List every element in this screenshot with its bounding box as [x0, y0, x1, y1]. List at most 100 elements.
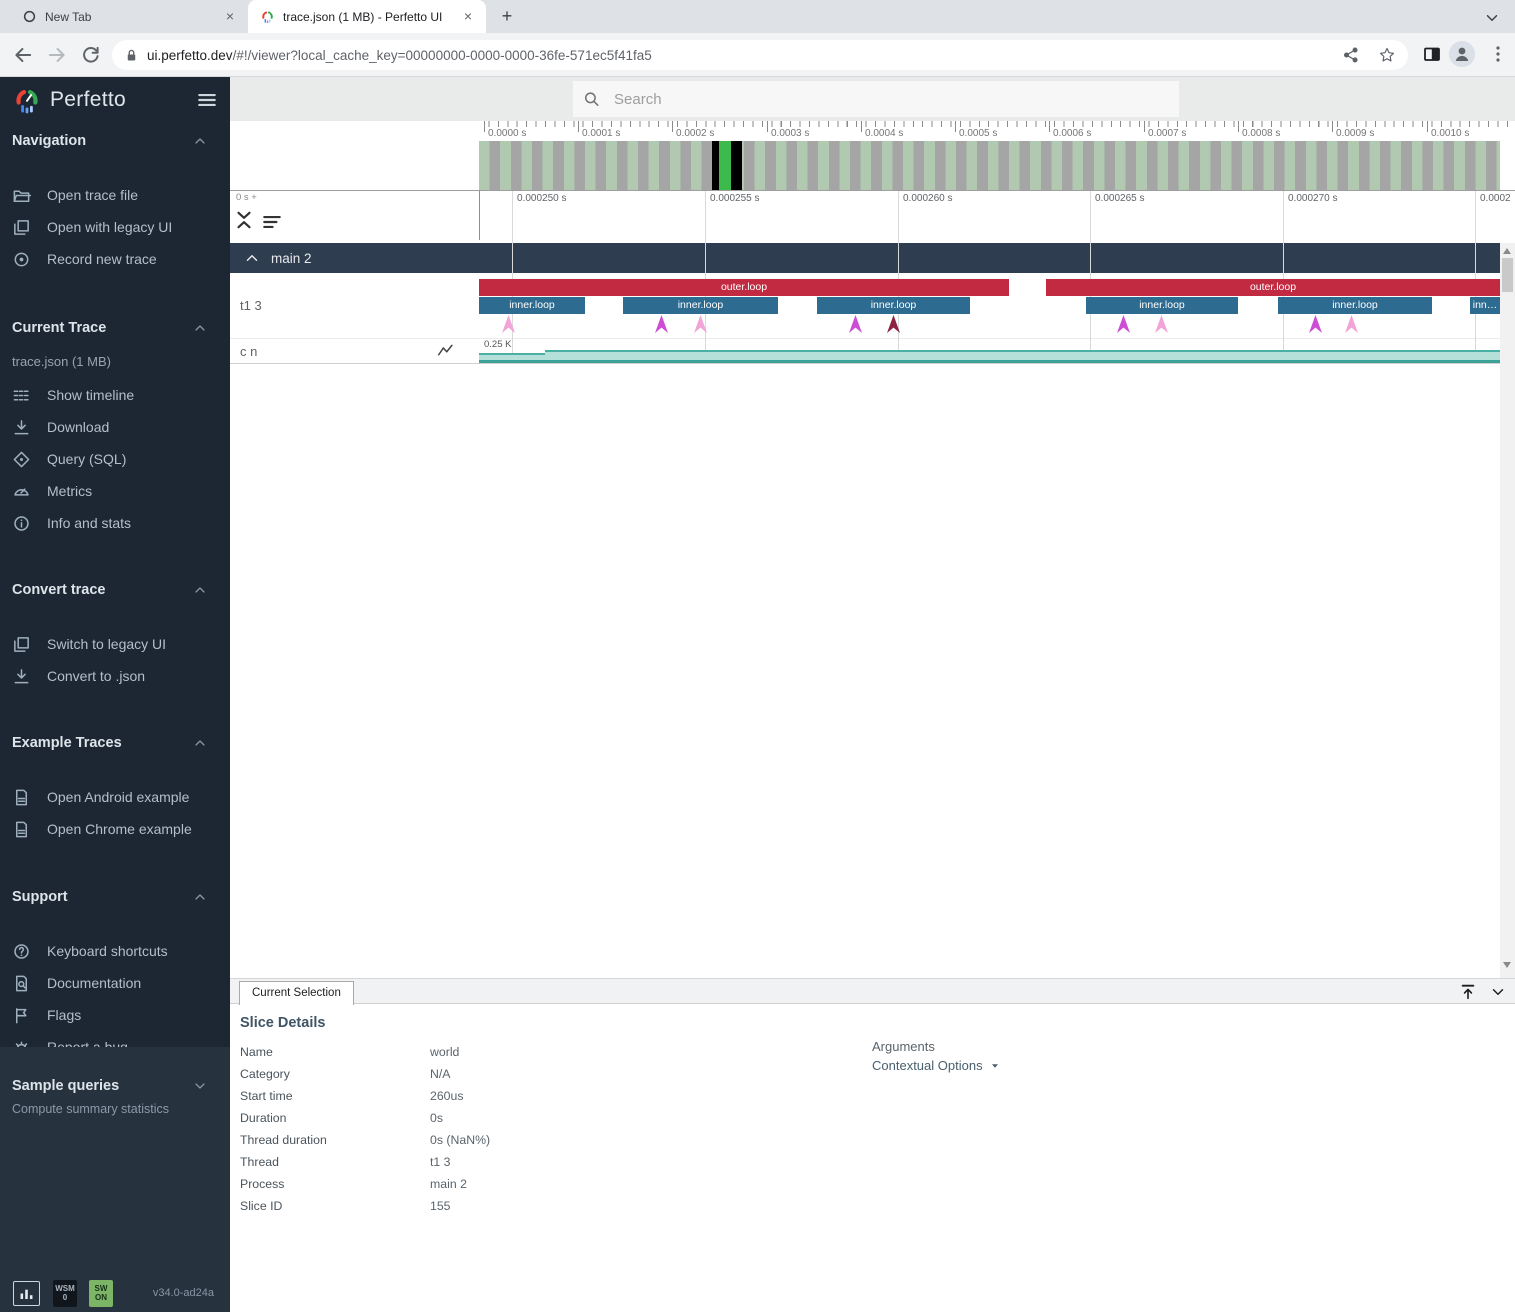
sample-queries-section: Sample queries Compute summary statistic… — [0, 1047, 230, 1312]
collapse-tracks-icon[interactable] — [233, 209, 255, 231]
refresh-icon[interactable] — [80, 44, 102, 66]
scrollbar-down-icon[interactable] — [1503, 962, 1511, 968]
slice-inner-loop[interactable]: inner.loop — [1086, 297, 1238, 314]
sidebar-item-documentation[interactable]: Documentation — [0, 967, 230, 999]
section-header-convert-trace[interactable]: Convert trace — [12, 580, 218, 600]
chevron-up-icon — [192, 582, 208, 598]
share-icon[interactable] — [1342, 46, 1360, 64]
counter-value-label: 0.25 K — [484, 339, 511, 350]
sidebar-item-report-a-bug[interactable]: Report a bug — [0, 1031, 230, 1047]
tab-list-chevron-icon[interactable] — [1483, 9, 1501, 27]
axis-major-tick — [672, 121, 673, 132]
doc-icon — [12, 788, 31, 807]
url-path: /#!/viewer?local_cache_key=00000000-0000… — [233, 48, 652, 63]
star-icon[interactable] — [1378, 46, 1396, 64]
sidebar-item-download[interactable]: Download — [0, 411, 230, 443]
sidebar-item-open-trace-file[interactable]: Open trace file — [0, 179, 230, 211]
chevron-up-icon — [192, 133, 208, 149]
sidebar-item-open-android-example[interactable]: Open Android example — [0, 781, 230, 813]
help-icon — [12, 942, 31, 961]
slice-inner-loop[interactable]: inner.loop — [1278, 297, 1432, 314]
slice-outer-loop[interactable]: outer.loop — [1046, 279, 1500, 296]
scrollbar-thumb[interactable] — [1502, 258, 1513, 292]
search-input[interactable] — [614, 91, 1169, 108]
instant-marker-pink[interactable] — [1155, 315, 1168, 333]
sidebar-item-metrics[interactable]: Metrics — [0, 475, 230, 507]
search-box[interactable] — [573, 81, 1179, 117]
detail-row-process: Processmain 2 — [240, 1173, 840, 1195]
detail-value: main 2 — [430, 1177, 467, 1191]
detail-label: Duration — [240, 1111, 430, 1125]
sidebar-item-flags[interactable]: Flags — [0, 999, 230, 1031]
time-gridline — [898, 191, 899, 363]
timeline-scrollbar[interactable] — [1500, 243, 1515, 978]
legacy-ui-icon — [12, 635, 31, 654]
forward-icon[interactable] — [46, 44, 68, 66]
address-bar[interactable]: ui.perfetto.dev/#!/viewer?local_cache_ke… — [112, 40, 1408, 70]
slice-outer-loop[interactable]: outer.loop — [479, 279, 1009, 296]
section-header-current-trace[interactable]: Current Trace — [12, 318, 218, 338]
track-sort-icon[interactable] — [261, 211, 283, 233]
lock-icon — [124, 48, 139, 63]
section-header-support[interactable]: Support — [12, 887, 218, 907]
sidebar-item-open-chrome-example[interactable]: Open Chrome example — [0, 813, 230, 845]
side-panel-icon[interactable] — [1422, 44, 1442, 64]
sidebar-item-info-and-stats[interactable]: Info and stats — [0, 507, 230, 539]
sidebar-item-switch-to-legacy-ui[interactable]: Switch to legacy UI — [0, 628, 230, 660]
sidebar-item-convert-to-json[interactable]: Convert to .json — [0, 660, 230, 692]
instant-marker-magenta[interactable] — [849, 315, 862, 333]
instant-marker-magenta[interactable] — [1309, 315, 1322, 333]
browser-tab-perfetto[interactable]: trace.json (1 MB) - Perfetto UI × — [248, 0, 486, 33]
time-gridline — [1090, 191, 1091, 363]
sidebar-item-label: Download — [47, 419, 109, 435]
dock-to-top-icon[interactable] — [1459, 983, 1477, 1001]
detail-value: 260us — [430, 1089, 464, 1103]
overview-minimap[interactable] — [479, 141, 1500, 190]
chevron-up-icon[interactable] — [243, 249, 261, 267]
section-header-example-traces[interactable]: Example Traces — [12, 733, 218, 753]
sidebar-item-query-sql-[interactable]: Query (SQL) — [0, 443, 230, 475]
hamburger-icon[interactable] — [196, 89, 218, 111]
new-tab-button[interactable]: + — [494, 4, 520, 30]
back-icon[interactable] — [12, 44, 34, 66]
instant-marker-pink[interactable] — [502, 315, 515, 333]
timeline-rows-icon — [12, 386, 31, 405]
bar-chart-icon[interactable] — [13, 1281, 40, 1306]
avatar[interactable] — [1449, 41, 1475, 67]
tab-close-icon[interactable]: × — [222, 9, 238, 25]
tab-close-icon[interactable]: × — [460, 9, 476, 25]
perfetto-logo-icon — [12, 85, 42, 115]
scrollbar-up-icon[interactable] — [1503, 248, 1511, 254]
menu-kebab-icon[interactable] — [1488, 43, 1508, 65]
contextual-options-dropdown[interactable]: Contextual Options — [872, 1058, 1001, 1073]
sidebar-item-record-new-trace[interactable]: Record new trace — [0, 243, 230, 275]
badge-top: SW — [95, 1284, 108, 1293]
track-name-thread[interactable]: t1 3 — [240, 298, 262, 313]
contextual-options-label: Contextual Options — [872, 1058, 983, 1073]
collapse-panel-chevron-icon[interactable] — [1489, 983, 1507, 1001]
sidebar-item-open-with-legacy-ui[interactable]: Open with legacy UI — [0, 211, 230, 243]
version-label: v34.0-ad24a — [153, 1287, 214, 1299]
slice-inner-loop[interactable]: inner.loop — [479, 297, 585, 314]
section-title: Support — [12, 889, 68, 905]
axis-major-tick — [1238, 121, 1239, 132]
slice-inner-loop[interactable]: inner.loop — [623, 297, 778, 314]
sidebar-item-show-timeline[interactable]: Show timeline — [0, 379, 230, 411]
instant-marker-magenta[interactable] — [655, 315, 668, 333]
browser-tab-newtab[interactable]: New Tab × — [10, 0, 248, 33]
slice-inner-loop[interactable]: inner.loop — [817, 297, 970, 314]
tab-current-selection[interactable]: Current Selection — [239, 981, 354, 1005]
section-header-navigation[interactable]: Navigation — [12, 131, 218, 151]
track-name-counter[interactable]: c n — [240, 344, 257, 359]
show-chart-icon[interactable] — [435, 342, 456, 359]
process-group-header[interactable]: main 2 — [230, 243, 1500, 273]
instant-marker-magenta[interactable] — [1117, 315, 1130, 333]
detail-row-name: Nameworld — [240, 1041, 840, 1063]
sidebar-item-label: Query (SQL) — [47, 451, 126, 467]
section-header-sample-queries[interactable]: Sample queries — [12, 1076, 218, 1096]
instant-marker-pink[interactable] — [1345, 315, 1358, 333]
slice-inner-loop[interactable]: inn… — [1470, 297, 1500, 314]
detail-row-duration: Duration0s — [240, 1107, 840, 1129]
sidebar-item-keyboard-shortcuts[interactable]: Keyboard shortcuts — [0, 935, 230, 967]
sample-query-item[interactable]: Compute summary statistics — [12, 1102, 218, 1116]
